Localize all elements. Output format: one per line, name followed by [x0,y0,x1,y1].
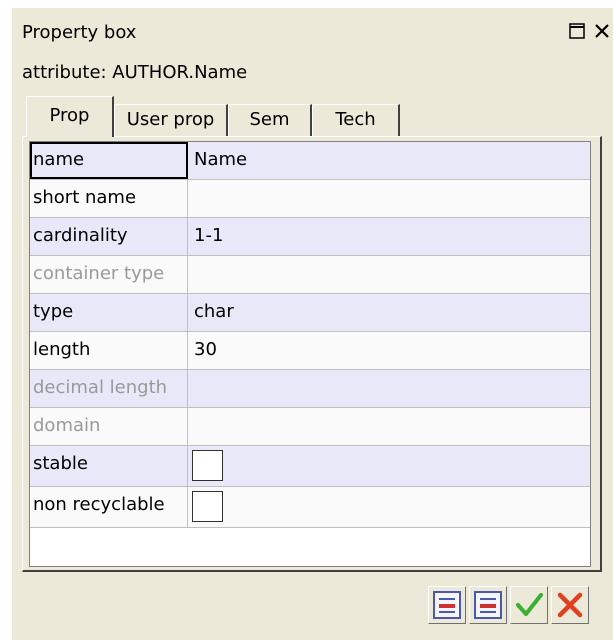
property-row-stable[interactable]: stable [30,446,590,487]
stable-checkbox[interactable] [192,450,223,481]
property-label: non recyclable [30,487,188,527]
window-left-edge [0,8,12,640]
ok-button[interactable] [510,586,548,624]
cancel-x-icon [557,592,583,618]
property-value-name[interactable]: Name [188,142,590,179]
attribute-subtitle: attribute: AUTHOR.Name [22,62,248,83]
property-label: domain [30,408,188,445]
checkmark-icon [516,593,543,616]
property-label: length [30,332,188,369]
property-value-type[interactable]: char [188,294,590,331]
property-label: short name [30,180,188,217]
non-recyclable-checkbox[interactable] [192,491,223,522]
window-top-edge [0,0,613,8]
property-value-domain [188,408,590,445]
property-value-short-name[interactable] [188,180,590,217]
property-label: decimal length [30,370,188,407]
property-value-non-recyclable [188,487,590,527]
property-row-domain: domain [30,408,590,446]
property-row-name[interactable]: name Name [30,142,590,180]
remove-row-icon [474,591,502,619]
property-grid: name Name short name cardinality 1-1 con… [29,141,591,567]
remove-row-button-2[interactable] [469,586,507,624]
property-row-type[interactable]: type char [30,294,590,332]
tab-strip: Prop User prop Sem Tech [22,96,602,137]
tab-prop[interactable]: Prop [26,96,114,137]
property-row-cardinality[interactable]: cardinality 1-1 [30,218,590,256]
tab-tech[interactable]: Tech [312,104,400,136]
property-row-decimal-length: decimal length [30,370,590,408]
property-value-decimal-length [188,370,590,407]
property-box-window: Property box attribute: AUTHOR.Name Prop… [0,0,613,640]
property-row-non-recyclable[interactable]: non recyclable [30,487,590,528]
close-icon[interactable] [593,22,611,40]
property-label: name [30,142,188,179]
property-label: type [30,294,188,331]
remove-row-icon [433,591,461,619]
property-value-cardinality[interactable]: 1-1 [188,218,590,255]
property-value-container-type [188,256,590,293]
cancel-button[interactable] [551,586,589,624]
property-row-length[interactable]: length 30 [30,332,590,370]
property-row-container-type: container type [30,256,590,294]
property-value-stable [188,446,590,486]
property-label: cardinality [30,218,188,255]
property-row-short-name[interactable]: short name [30,180,590,218]
property-label: container type [30,256,188,293]
remove-row-button-1[interactable] [428,586,466,624]
tab-sem[interactable]: Sem [228,104,312,136]
restore-window-icon[interactable] [568,22,586,40]
tab-panel: name Name short name cardinality 1-1 con… [22,136,602,572]
tab-user-prop[interactable]: User prop [114,104,228,136]
title-bar: Property box [12,8,613,56]
property-value-length[interactable]: 30 [188,332,590,369]
property-label: stable [30,446,188,486]
window-title: Property box [22,22,137,43]
